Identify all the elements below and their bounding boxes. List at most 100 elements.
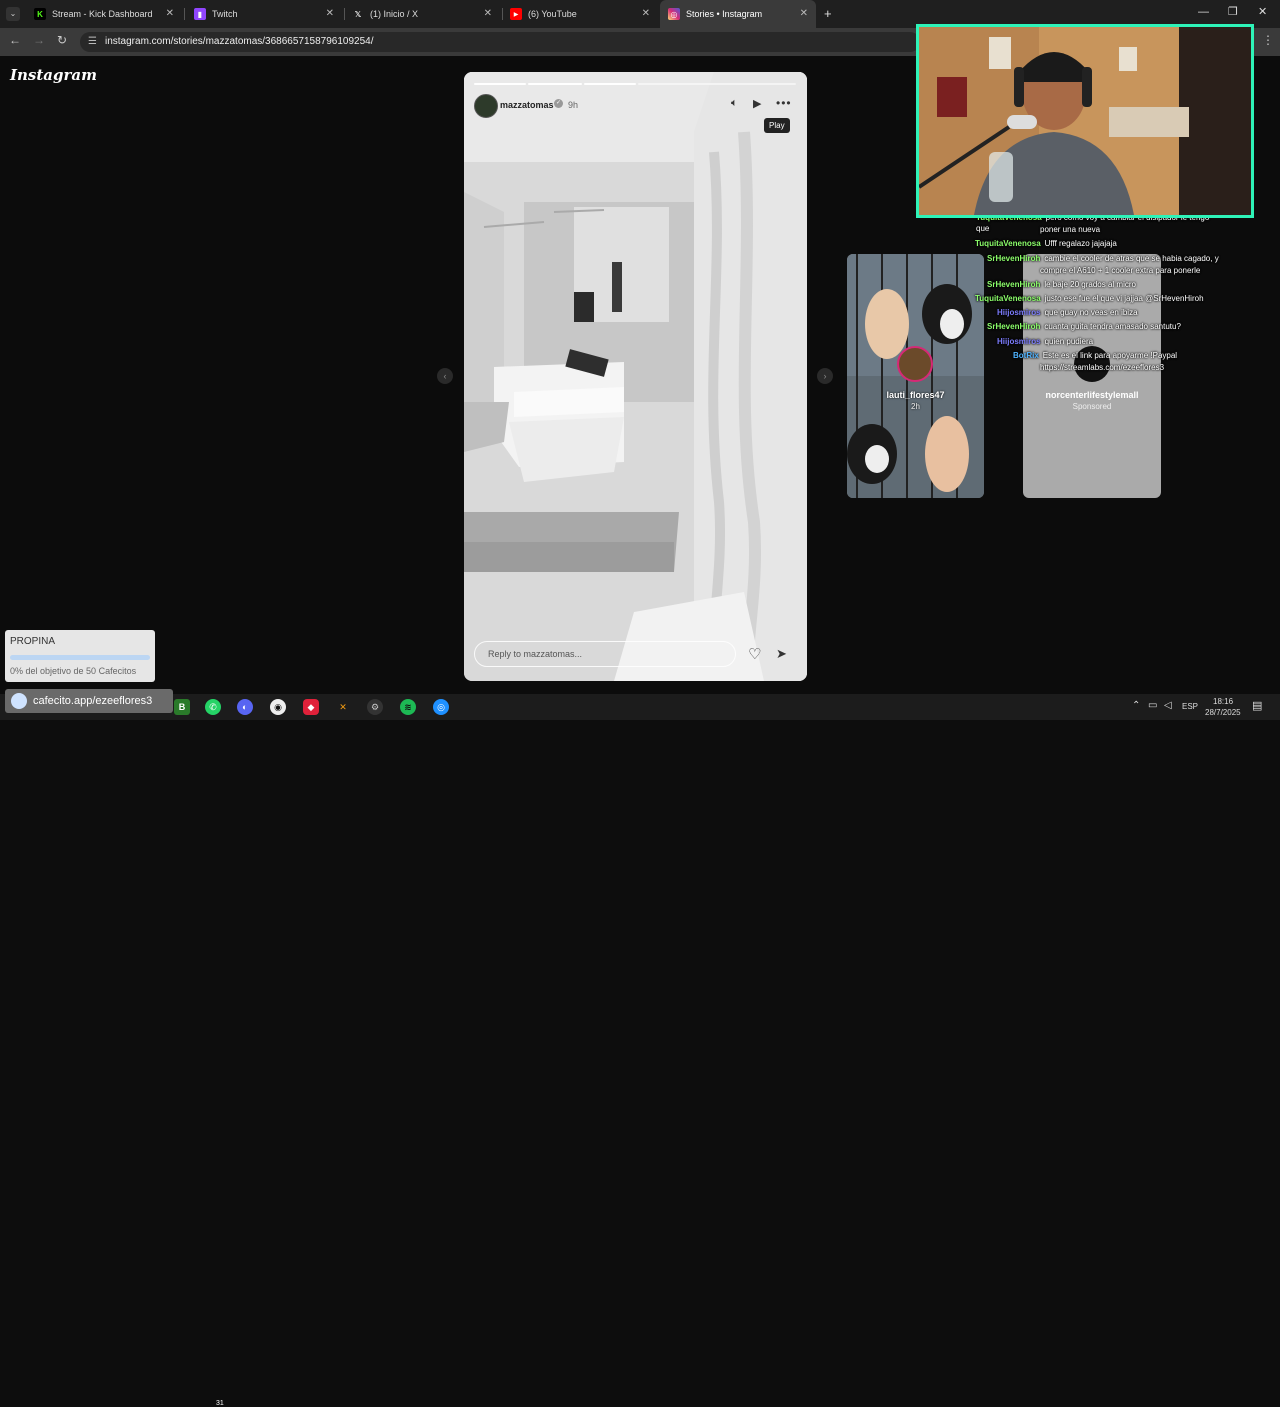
tab-search-icon[interactable]: ⌄: [6, 7, 20, 21]
chat-message: https://streamlabs.com/ezeeflores3: [1040, 363, 1165, 372]
chat-message: poner una nueva: [1040, 225, 1101, 234]
story-username[interactable]: mazzatomas: [500, 100, 554, 110]
story-progress-2: [528, 83, 582, 85]
tab-x[interactable]: 𝕏 (1) Inicio / X ✕: [344, 0, 500, 28]
story-time: 9h: [568, 100, 579, 110]
maximize-button[interactable]: ❐: [1228, 5, 1238, 18]
b-app-icon[interactable]: B: [174, 699, 190, 715]
tab-title: (1) Inicio / X: [370, 9, 419, 19]
share-icon[interactable]: ➤: [776, 646, 787, 662]
tab-twitch[interactable]: ▮ Twitch ✕: [186, 0, 342, 28]
story-progress-3: [584, 83, 636, 85]
story-viewer[interactable]: mazzatomas ✓ 9h 🔈︎ ▶ ••• Play Reply to m…: [464, 72, 807, 681]
chat-message: SrHevenHiroh cambie el cooler de atras qu…: [987, 254, 1219, 263]
webcam-overlay: [916, 24, 1254, 218]
whatsapp-icon[interactable]: ✆: [205, 699, 221, 715]
chat-message: TuquitaVenenosa Ufff regalazo jajajaja: [975, 239, 1117, 248]
reply-input[interactable]: Reply to mazzatomas...: [474, 641, 736, 667]
language-indicator[interactable]: ESP: [1182, 702, 1198, 711]
url-field[interactable]: ☰ instagram.com/stories/mazzatomas/36866…: [80, 32, 920, 52]
forward-icon[interactable]: →: [33, 33, 45, 47]
menu-icon[interactable]: ⋮: [1262, 33, 1274, 47]
cafecito-link-banner: cafecito.app/ezeeflores3: [5, 689, 173, 713]
chat-username: SrHevenHiroh: [987, 280, 1041, 289]
x-icon: 𝕏: [354, 9, 362, 19]
youtube-icon: ▶: [510, 8, 522, 20]
tab-instagram[interactable]: ◎ Stories • Instagram ✕: [660, 0, 816, 28]
cafecito-icon: [11, 693, 27, 709]
chat-message: Hiijosmiros que guay no veas en ibiza: [997, 308, 1138, 317]
minimize-button[interactable]: —: [1198, 6, 1209, 18]
site-settings-icon[interactable]: ☰: [88, 32, 97, 52]
cafecito-link: cafecito.app/ezeeflores3: [33, 695, 153, 707]
previous-story-button[interactable]: ‹: [437, 368, 453, 384]
orange-app-icon[interactable]: ✕: [335, 699, 351, 715]
chat-username: Hiijosmiros: [997, 308, 1041, 317]
play-tooltip: Play: [764, 118, 790, 133]
new-tab-button[interactable]: +: [824, 6, 832, 21]
instagram-logo[interactable]: Instagram: [10, 66, 97, 84]
windows-taskbar: B ✆ 31 ◉ ◐ ◆ ✕ ⚙ ≋ ◎ ⌃ ▭ ◁ ESP 18:16 28/…: [0, 694, 1280, 1407]
tab-title: (6) YouTube: [528, 9, 577, 19]
url-text: instagram.com/stories/mazzatomas/3686657…: [105, 36, 374, 47]
close-icon[interactable]: ✕: [326, 8, 334, 19]
side-story-time: Sponsored: [1072, 402, 1112, 411]
clock-time[interactable]: 18:16: [1213, 697, 1233, 706]
obs-icon[interactable]: ◉: [270, 699, 286, 715]
instagram-icon: ◎: [668, 8, 680, 20]
tip-goal-title: PROPINA: [10, 636, 56, 647]
tip-goal-bar: [10, 655, 150, 660]
tip-goal-widget: PROPINA 0% del objetivo de 50 Cafecitos: [5, 630, 155, 682]
more-options-icon[interactable]: •••: [776, 96, 792, 110]
story-progress-1: [474, 83, 526, 85]
chat-username: SrHevenHiroh: [987, 322, 1041, 331]
red-app-icon[interactable]: ◆: [303, 699, 319, 715]
reload-icon[interactable]: ↻: [57, 33, 67, 47]
chat-message: SrHevenHiroh cuanta guita tendra amasado …: [987, 322, 1181, 331]
spotify-icon[interactable]: ≋: [400, 699, 416, 715]
tab-title: Stream - Kick Dashboard: [52, 9, 153, 19]
side-story-time: 2h: [911, 402, 920, 411]
chat-message: SrHevenHiroh le baje 20 grados al micro: [987, 280, 1136, 289]
discord-icon[interactable]: ◐: [237, 699, 253, 715]
close-icon[interactable]: ✕: [800, 8, 808, 19]
story-progress-4: [638, 83, 796, 85]
like-icon[interactable]: ♡: [748, 645, 761, 663]
close-icon[interactable]: ✕: [166, 8, 174, 19]
mute-icon[interactable]: 🔈︎: [731, 97, 738, 110]
tab-title: Stories • Instagram: [686, 9, 763, 19]
tab-youtube[interactable]: ▶ (6) YouTube ✕: [502, 0, 658, 28]
chat-message: compre el A610 + 1 cooler extra para pon…: [1040, 266, 1201, 275]
play-icon[interactable]: ▶: [753, 97, 761, 110]
next-story-button[interactable]: ›: [817, 368, 833, 384]
close-window-button[interactable]: ✕: [1258, 5, 1267, 18]
chat-message: Hiijosmiros quien pudiera: [997, 337, 1094, 346]
stream-chat: TuquitaVenenosapero como voy a cambiar e…: [940, 212, 1220, 377]
tab-title: Twitch: [212, 9, 238, 19]
clock-date[interactable]: 28/7/2025: [1205, 708, 1241, 717]
tab-kick[interactable]: K Stream - Kick Dashboard ✕: [26, 0, 182, 28]
story-avatar[interactable]: [474, 94, 498, 118]
tray-chevron-icon[interactable]: ⌃: [1132, 700, 1140, 711]
settings-app-icon[interactable]: ⚙: [367, 699, 383, 715]
back-icon[interactable]: ←: [9, 33, 21, 47]
tip-goal-text: 0% del objetivo de 50 Cafecitos: [10, 666, 137, 676]
chat-username: TuquitaVenenosa: [975, 239, 1041, 248]
verified-icon: ✓: [554, 99, 563, 108]
close-icon[interactable]: ✕: [484, 8, 492, 19]
chat-username: TuquitaVenenosa: [975, 294, 1041, 303]
side-story-username: lauti_flores47: [886, 390, 945, 400]
close-icon[interactable]: ✕: [642, 8, 650, 19]
volume-icon[interactable]: ◁: [1164, 700, 1172, 711]
chat-username: BotRix: [1013, 351, 1039, 360]
twitch-icon: ▮: [194, 8, 206, 20]
chat-message: TuquitaVenenosa justo ese fue el que vi j…: [975, 294, 1204, 303]
chat-message: BotRix Este es el link para apoyarme !Pay…: [1013, 351, 1178, 360]
network-icon[interactable]: ▭: [1148, 700, 1157, 711]
notifications-icon[interactable]: ▤: [1252, 699, 1262, 712]
chat-username: SrHevenHiroh: [987, 254, 1041, 263]
chat-username: Hiijosmiros: [997, 337, 1041, 346]
whatsapp-badge: 31: [216, 1400, 224, 1407]
blue-app-icon[interactable]: ◎: [433, 699, 449, 715]
side-story-username: norcenterlifestylemall: [1045, 390, 1139, 400]
